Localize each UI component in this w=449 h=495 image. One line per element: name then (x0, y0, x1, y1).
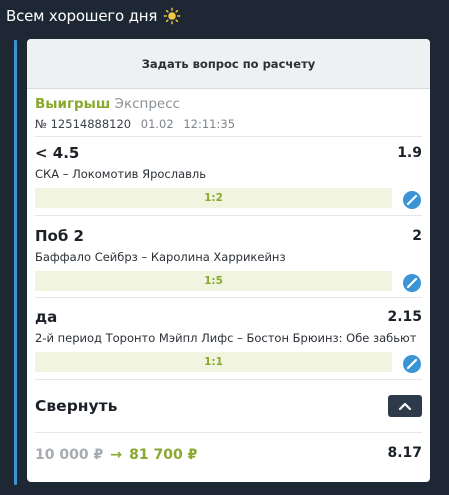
arrow-icon: → (110, 446, 123, 463)
selection-item: < 4.5 1.9 СКА – Локомотив Ярославль 1:2 (27, 137, 430, 215)
bet-card: Задать вопрос по расчету Выигрыш Экспрес… (27, 39, 430, 482)
greeting-title: Всем хорошего дня (6, 7, 181, 25)
ask-question-button[interactable]: Задать вопрос по расчету (27, 39, 430, 89)
bet-title: Выигрыш Экспресс (35, 96, 422, 112)
bet-date: 01.02 (140, 117, 174, 131)
chat-bubble-icon[interactable] (402, 354, 422, 374)
selection-item: да 2.15 2-й период Торонто Мэйпл Лифс – … (27, 298, 430, 379)
selection-event: Баффало Сейбрз – Каролина Харрикейнз (35, 250, 286, 264)
score-bar: 1:1 (35, 352, 392, 372)
totals-row: 10 000 ₽ → 81 700 ₽ 8.17 (27, 433, 430, 473)
total-odd: 8.17 (387, 445, 422, 461)
bet-type: Экспресс (114, 96, 181, 112)
chat-bubble-icon[interactable] (402, 190, 422, 210)
stake-amount: 10 000 ₽ (35, 446, 104, 463)
chat-bubble-icon[interactable] (402, 273, 422, 293)
bet-status: Выигрыш (35, 96, 111, 112)
sun-icon (163, 7, 181, 25)
bet-number: № 12514888120 (35, 117, 132, 131)
bet-time: 12:11:35 (183, 117, 236, 131)
selection-name: < 4.5 (35, 144, 80, 162)
payout-amount: 81 700 ₽ (129, 446, 198, 463)
accent-line (14, 40, 17, 485)
selection-name: да (35, 308, 58, 326)
selection-odd: 1.9 (397, 145, 422, 161)
selection-odd: 2 (412, 228, 422, 244)
collapse-button[interactable] (388, 395, 422, 417)
selection-event: СКА – Локомотив Ярославль (35, 167, 207, 181)
chevron-up-icon (398, 402, 412, 411)
selection-event: 2-й период Торонто Мэйпл Лифс – Бостон Б… (35, 331, 417, 345)
stake-payout: 10 000 ₽ → 81 700 ₽ (35, 444, 197, 463)
score-bar: 1:5 (35, 271, 392, 291)
collapse-row: Свернуть (27, 380, 430, 432)
selection-name: Поб 2 (35, 227, 84, 245)
selection-odd: 2.15 (387, 309, 422, 325)
bet-header: Выигрыш Экспресс № 12514888120 01.02 12:… (27, 89, 430, 136)
collapse-label[interactable]: Свернуть (35, 397, 117, 415)
greeting-text: Всем хорошего дня (6, 7, 158, 25)
score-bar: 1:2 (35, 188, 392, 208)
bet-meta: № 12514888120 01.02 12:11:35 (35, 117, 422, 131)
selection-item: Поб 2 2 Баффало Сейбрз – Каролина Харрик… (27, 216, 430, 297)
